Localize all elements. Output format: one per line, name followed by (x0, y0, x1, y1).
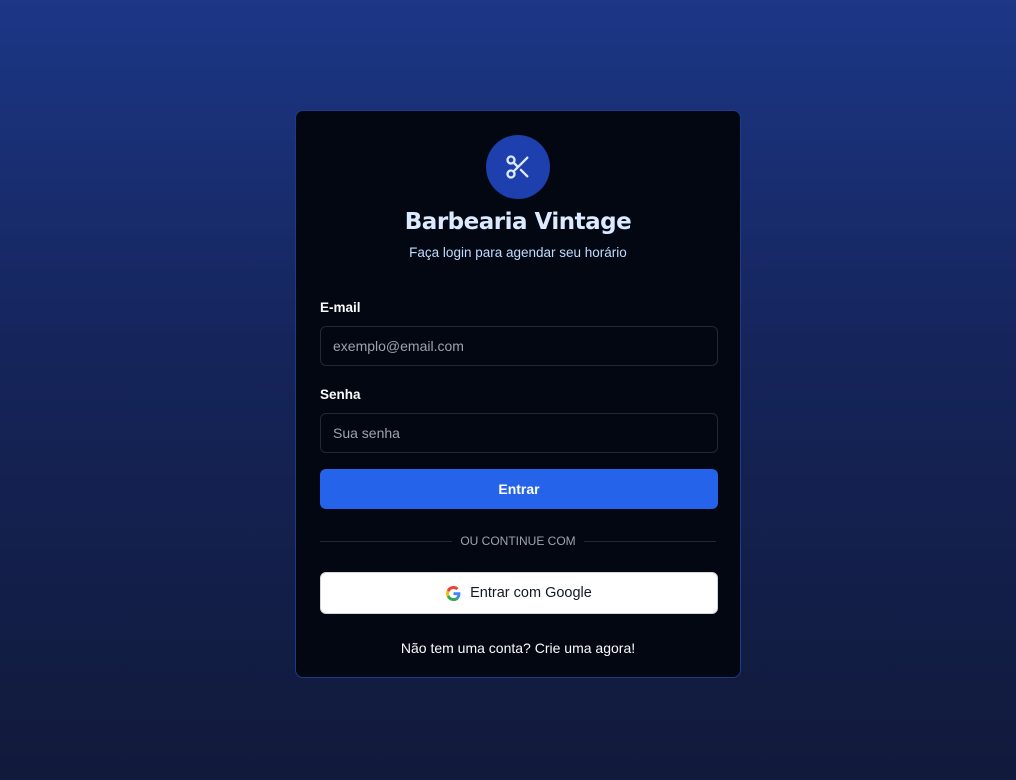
divider-line (583, 540, 716, 542)
logo (486, 135, 550, 199)
page-subtitle: Faça login para agendar seu horário (409, 245, 627, 260)
login-button[interactable]: Entrar (320, 469, 718, 509)
signup-prompt: Não tem uma conta? Crie uma agora! (320, 640, 716, 656)
password-label: Senha (320, 387, 361, 402)
login-card: Barbearia Vintage Faça login para agenda… (295, 110, 741, 678)
google-button-label: Entrar com Google (470, 585, 592, 601)
signup-link[interactable]: Crie uma agora! (535, 640, 635, 656)
divider-line (320, 540, 453, 542)
page-title: Barbearia Vintage (404, 209, 632, 235)
divider: OU CONTINUE COM (320, 534, 716, 548)
divider-text: OU CONTINUE COM (460, 534, 576, 548)
password-field[interactable] (320, 413, 718, 453)
google-login-button[interactable]: Entrar com Google (320, 572, 718, 614)
scissors-icon (506, 155, 529, 179)
email-field[interactable] (320, 326, 718, 366)
google-icon (446, 585, 461, 601)
email-label: E-mail (320, 300, 361, 315)
signup-text: Não tem uma conta? (400, 640, 531, 656)
